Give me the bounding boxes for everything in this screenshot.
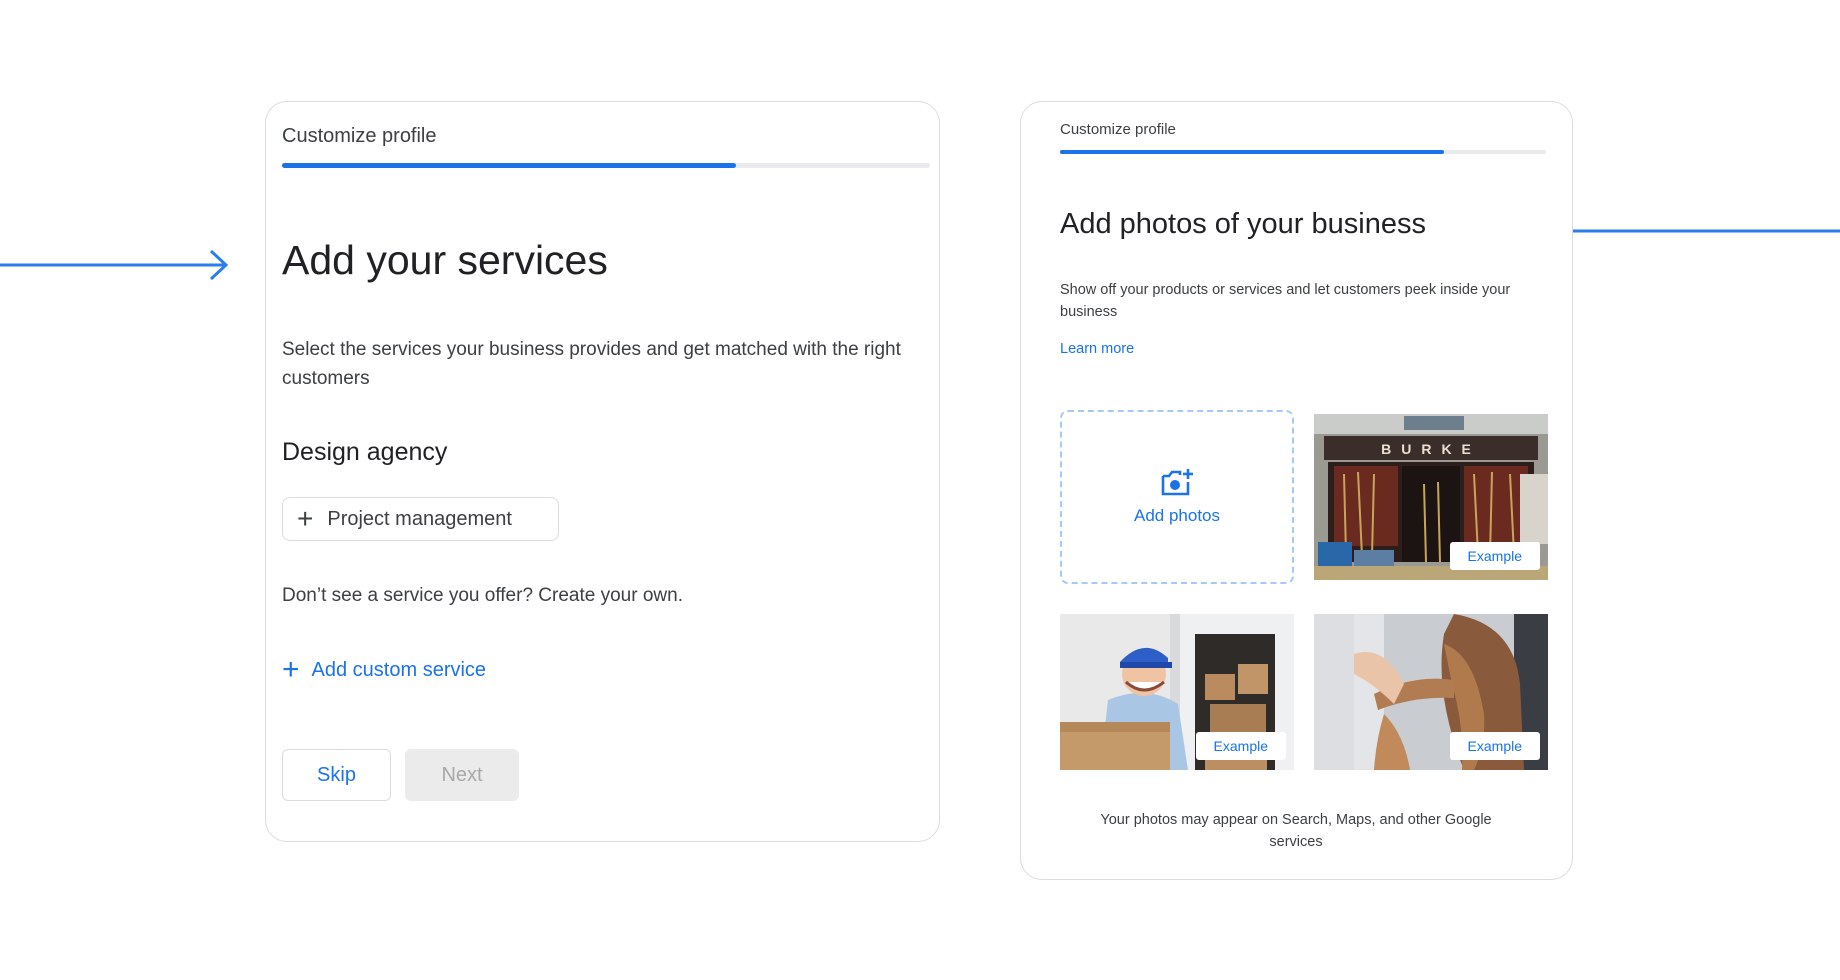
custom-service-prompt: Don’t see a service you offer? Create yo… xyxy=(282,585,683,606)
add-services-card: Customize profile Add your services Sele… xyxy=(265,101,940,842)
example-badge: Example xyxy=(1449,542,1540,570)
progress-bar xyxy=(282,163,930,168)
add-custom-service-label: Add custom service xyxy=(311,658,487,681)
page-title: Add your services xyxy=(282,237,608,283)
shop-sign: BURKE xyxy=(1381,441,1481,457)
example-photo-storefront: BURKE Example xyxy=(1314,414,1548,580)
page-description: Select the services your business provid… xyxy=(282,339,901,389)
photos-disclaimer: Your photos may appear on Search, Maps, … xyxy=(1100,812,1492,850)
example-photo-salon: Example xyxy=(1314,614,1548,770)
page-description: Show off your products or services and l… xyxy=(1060,282,1511,320)
plus-icon: + xyxy=(297,503,314,534)
service-chip-label: Project management xyxy=(327,507,512,530)
add-photos-label: Add photos xyxy=(1133,506,1220,525)
add-custom-service-button[interactable]: + Add custom service xyxy=(282,655,486,685)
add-photo-icon xyxy=(1161,469,1193,496)
arrow-right-icon xyxy=(0,249,229,281)
page-title: Add photos of your business xyxy=(1060,208,1426,240)
card-top-title: Customize profile xyxy=(1060,121,1176,138)
skip-button[interactable]: Skip xyxy=(282,749,391,801)
category-title: Design agency xyxy=(282,438,448,466)
card-top-title: Customize profile xyxy=(282,125,437,147)
service-chip-project-management[interactable]: + Project management xyxy=(282,497,559,541)
learn-more-link[interactable]: Learn more xyxy=(1060,341,1134,357)
progress-fill xyxy=(282,163,736,168)
progress-bar xyxy=(1060,150,1546,154)
example-badge: Example xyxy=(1449,732,1540,760)
example-badge: Example xyxy=(1195,732,1286,760)
add-photos-card: Customize profile Add photos of your bus… xyxy=(1020,101,1573,880)
progress-fill xyxy=(1060,150,1444,154)
add-photos-button[interactable]: Add photos xyxy=(1060,410,1294,584)
next-button[interactable]: Next xyxy=(405,749,519,801)
example-photo-delivery: Example xyxy=(1060,614,1294,770)
plus-icon: + xyxy=(282,653,300,686)
